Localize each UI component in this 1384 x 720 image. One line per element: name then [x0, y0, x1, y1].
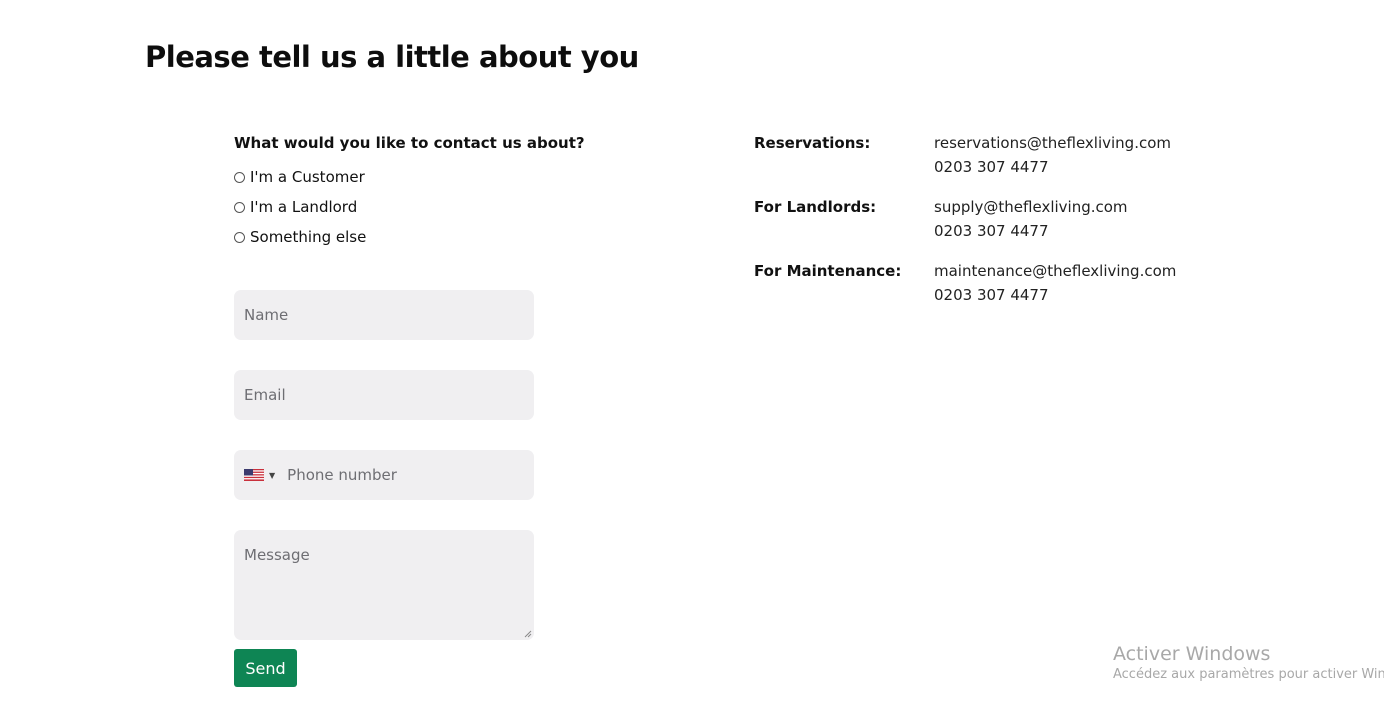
email-field[interactable]: Email — [234, 370, 534, 420]
send-button[interactable]: Send — [234, 649, 297, 687]
phone-placeholder: Phone number — [287, 466, 397, 484]
contact-phone: 0203 307 4477 — [934, 158, 1049, 176]
contact-label: For Maintenance: — [754, 262, 902, 280]
radio-option-something-else[interactable]: Something else — [234, 222, 554, 252]
name-field[interactable]: Name — [234, 290, 534, 340]
watermark-subtitle: Accédez aux paramètres pour activer Wind… — [1113, 667, 1384, 682]
phone-field[interactable]: ▼ Phone number — [234, 450, 534, 500]
radio-button[interactable] — [234, 201, 245, 213]
us-flag-icon[interactable] — [244, 469, 264, 481]
radio-button[interactable] — [234, 171, 245, 183]
contact-form: What would you like to contact us about?… — [234, 132, 585, 687]
resize-handle-icon[interactable] — [524, 630, 532, 638]
message-placeholder: Message — [244, 546, 310, 564]
page-title: Please tell us a little about you — [145, 40, 639, 74]
contact-email-link[interactable]: reservations@theflexliving.com — [934, 132, 1171, 154]
contact-email-link[interactable]: maintenance@theflexliving.com — [934, 260, 1176, 282]
contact-topic-question: What would you like to contact us about? — [234, 134, 585, 152]
radio-label[interactable]: I'm a Customer — [250, 168, 365, 186]
radio-label[interactable]: I'm a Landlord — [250, 198, 357, 216]
contact-phone: 0203 307 4477 — [934, 286, 1049, 304]
contact-label: Reservations: — [754, 134, 871, 152]
message-field[interactable]: Message — [234, 530, 534, 640]
watermark-title: Activer Windows — [1113, 643, 1271, 665]
radio-label[interactable]: Something else — [250, 228, 366, 246]
contact-email-link[interactable]: supply@theflexliving.com — [934, 196, 1128, 218]
radio-option-landlord[interactable]: I'm a Landlord — [234, 192, 554, 222]
windows-activation-watermark: Activer Windows Accédez aux paramètres p… — [1113, 642, 1384, 684]
contact-label: For Landlords: — [754, 198, 877, 216]
radio-button[interactable] — [234, 231, 245, 243]
email-placeholder: Email — [244, 386, 286, 404]
country-dropdown-caret-icon[interactable]: ▼ — [269, 471, 275, 480]
name-placeholder: Name — [244, 306, 289, 324]
contact-phone: 0203 307 4477 — [934, 222, 1049, 240]
radio-option-customer[interactable]: I'm a Customer — [234, 162, 554, 192]
